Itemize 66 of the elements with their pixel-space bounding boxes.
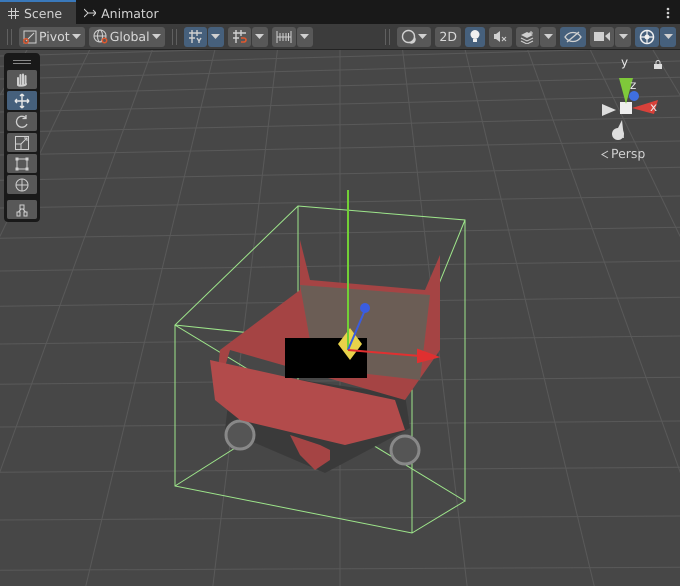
toggle-button[interactable]: [560, 26, 586, 46]
toggle-button[interactable]: [635, 26, 659, 46]
globe-icon: [92, 29, 108, 44]
axis-label: y: [621, 55, 628, 69]
caret-icon: [300, 34, 310, 39]
toggle-button[interactable]: [184, 26, 207, 46]
align-icon: [276, 30, 292, 44]
toggle-button[interactable]: [228, 26, 251, 46]
dropdown-button[interactable]: Global: [88, 26, 165, 46]
grid-snap-icon: [188, 29, 203, 44]
gizmos-icon: [639, 28, 655, 44]
caret-icon: [72, 34, 81, 39]
rotate-icon: [14, 114, 30, 130]
dropdown-button[interactable]: Pivot: [19, 26, 85, 46]
dropdown-caret-button[interactable]: [540, 26, 556, 46]
hand-icon: [14, 72, 30, 88]
caret-icon: [418, 34, 428, 39]
dropdown-caret-button[interactable]: [296, 26, 313, 46]
dropdown-caret-button[interactable]: [252, 26, 268, 46]
caret-icon: [211, 34, 220, 39]
scale-icon: [14, 134, 30, 150]
caret-icon: [255, 34, 264, 39]
x-axis-cone[interactable]: [632, 100, 658, 114]
caret-icon: [544, 34, 552, 39]
move-arrows-icon: [14, 92, 30, 108]
rect-tool-icon: [14, 156, 30, 172]
axis-label: x: [650, 100, 658, 114]
toggle-button[interactable]: [465, 26, 485, 46]
video-camera-icon: [594, 31, 610, 42]
caret-icon: [152, 34, 161, 39]
transform-icon: [14, 176, 30, 192]
light-bulb-icon: [469, 29, 481, 44]
tool-button[interactable]: [7, 91, 37, 110]
toggle-button[interactable]: [272, 26, 296, 46]
tab[interactable]: Scene: [0, 0, 76, 24]
toggle-button[interactable]: [489, 26, 512, 46]
tool-button[interactable]: [7, 70, 37, 89]
tool-button[interactable]: [7, 112, 37, 131]
more-options-icon[interactable]: [666, 7, 670, 19]
axis-label: z: [630, 78, 636, 92]
branch-arrow-icon: [84, 8, 96, 18]
toggle-button[interactable]: [590, 26, 614, 46]
tool-button[interactable]: [7, 133, 37, 152]
tool-button[interactable]: [7, 154, 37, 173]
effects-layers-icon: [520, 30, 535, 44]
dropdown-caret-button[interactable]: [660, 26, 676, 46]
toggle-button[interactable]: 2D: [435, 26, 461, 46]
hidden-eye-icon: [564, 30, 582, 42]
pivot-icon: [23, 30, 37, 44]
toggle-button[interactable]: [516, 26, 539, 46]
snap-magnet-icon: [232, 29, 247, 44]
dropdown-button[interactable]: [397, 26, 432, 46]
grid-hash-icon: [8, 8, 19, 18]
caret-icon: [618, 34, 628, 39]
shading-sphere-icon: [401, 29, 416, 44]
muted-speaker-icon: [493, 30, 508, 43]
projection-label[interactable]: Persp: [611, 146, 646, 161]
lock-icon[interactable]: [654, 60, 662, 69]
custom-tool-icon: [14, 202, 30, 218]
tab[interactable]: Animator: [76, 0, 173, 24]
tool-button[interactable]: [7, 200, 37, 219]
chevron-left-icon: [601, 150, 609, 159]
dropdown-caret-button[interactable]: [615, 26, 631, 46]
caret-icon: [664, 34, 672, 39]
dropdown-caret-button[interactable]: [208, 26, 224, 46]
tool-button[interactable]: [7, 175, 37, 194]
